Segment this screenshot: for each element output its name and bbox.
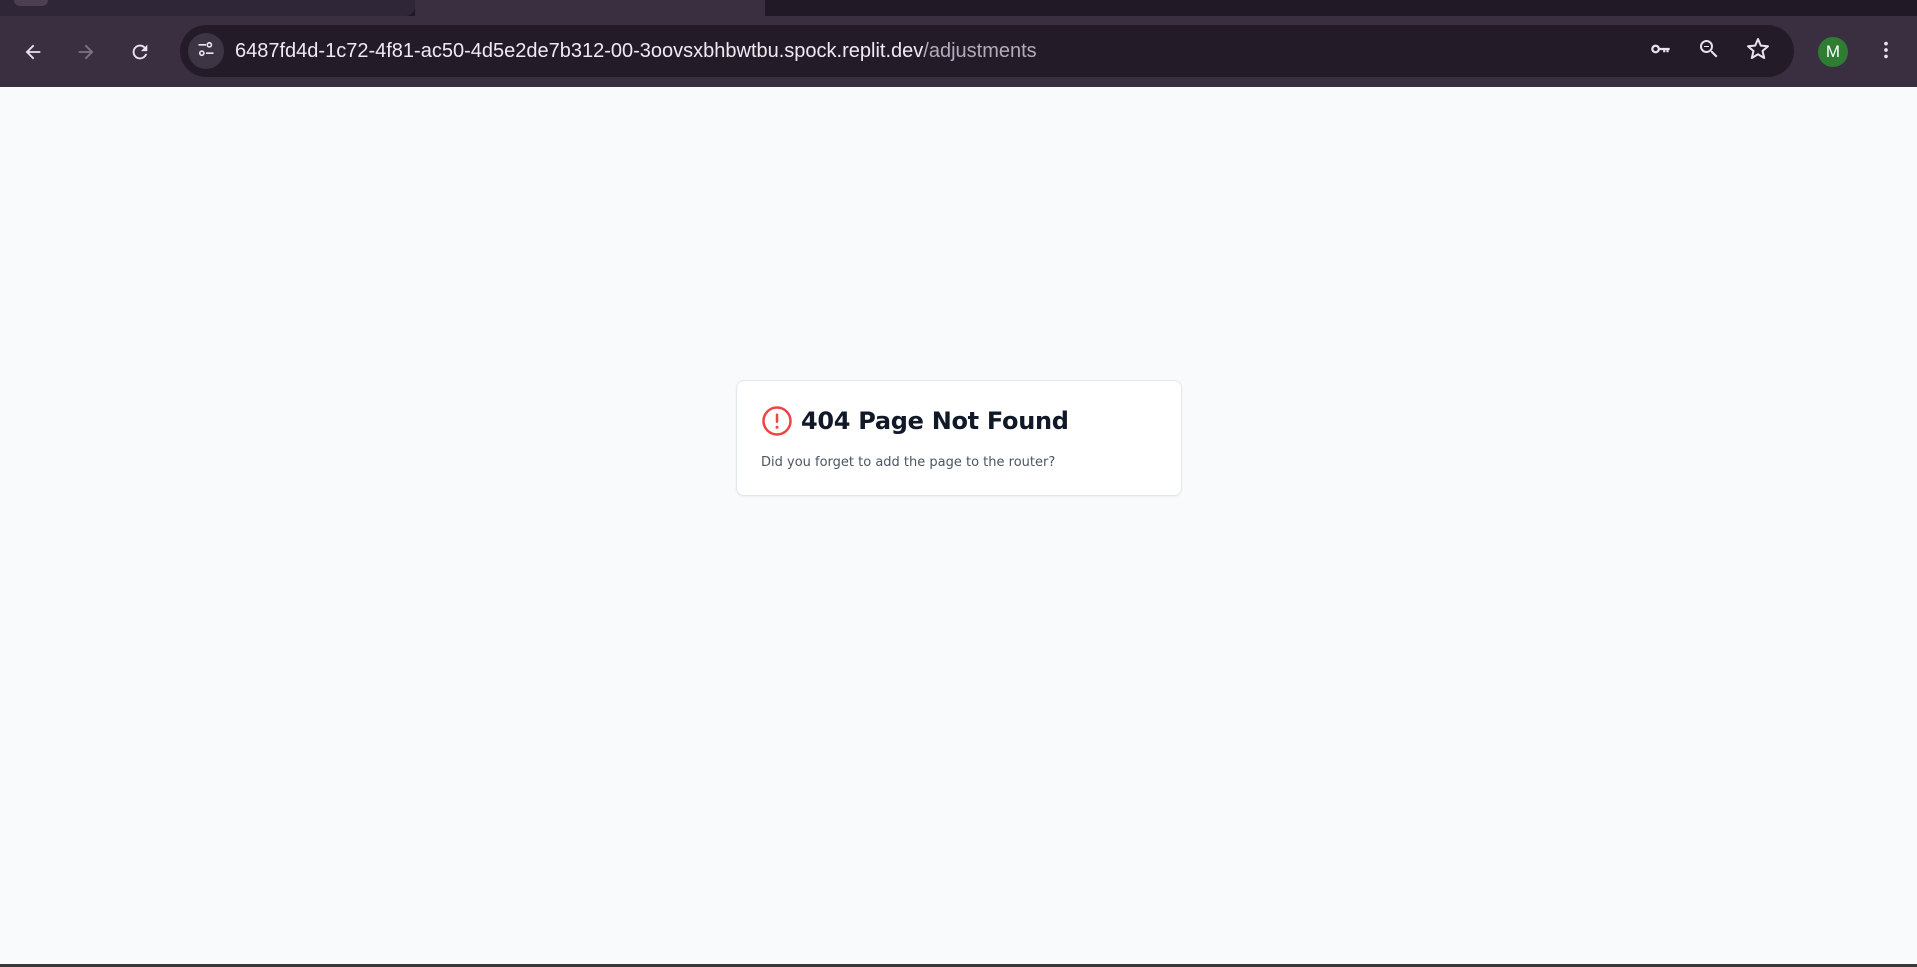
back-button[interactable] xyxy=(15,34,51,70)
alert-circle-icon xyxy=(761,405,793,437)
password-button[interactable] xyxy=(1643,33,1679,69)
kebab-menu-icon xyxy=(1875,39,1897,66)
key-icon xyxy=(1648,36,1674,67)
page-title: 404 Page Not Found xyxy=(801,407,1069,435)
toolbar: 6487fd4d-1c72-4f81-ac50-4d5e2de7b312-00-… xyxy=(0,16,1917,87)
page-viewport xyxy=(0,87,1917,964)
bookmark-button[interactable] xyxy=(1740,33,1776,69)
tab-favicon-placeholder xyxy=(14,0,48,6)
tab-inactive-left[interactable] xyxy=(0,0,415,16)
address-bar[interactable]: 6487fd4d-1c72-4f81-ac50-4d5e2de7b312-00-… xyxy=(180,25,1794,77)
profile-avatar[interactable]: M xyxy=(1818,37,1848,67)
arrow-right-icon xyxy=(75,41,97,63)
browser-menu-button[interactable] xyxy=(1868,34,1904,70)
error-message: Did you forget to add the page to the ro… xyxy=(761,455,1056,470)
url-host: 6487fd4d-1c72-4f81-ac50-4d5e2de7b312-00-… xyxy=(235,40,924,62)
tab-inactive-right[interactable] xyxy=(765,0,1917,16)
forward-button[interactable] xyxy=(68,34,104,70)
url-path: /adjustments xyxy=(923,40,1037,62)
star-icon xyxy=(1746,37,1770,66)
zoom-out-icon xyxy=(1697,37,1721,66)
tune-icon xyxy=(196,39,216,64)
card-header: 404 Page Not Found xyxy=(761,405,1069,437)
url-text[interactable]: 6487fd4d-1c72-4f81-ac50-4d5e2de7b312-00-… xyxy=(235,25,1037,77)
reload-icon xyxy=(129,41,151,63)
not-found-card: 404 Page Not Found Did you forget to add… xyxy=(736,380,1182,496)
arrow-left-icon xyxy=(22,41,44,63)
reload-button[interactable] xyxy=(122,34,158,70)
zoom-button[interactable] xyxy=(1691,33,1727,69)
tab-strip xyxy=(0,0,1917,16)
tab-active[interactable] xyxy=(415,0,765,16)
site-info-button[interactable] xyxy=(188,33,224,69)
browser-chrome: 6487fd4d-1c72-4f81-ac50-4d5e2de7b312-00-… xyxy=(0,0,1917,87)
